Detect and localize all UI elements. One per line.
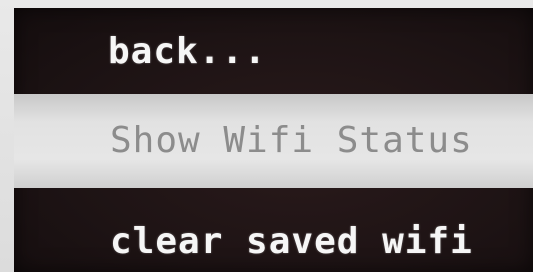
- menu-item-show-wifi-status[interactable]: Show Wifi Status: [14, 94, 533, 188]
- device-bezel: back... Show Wifi Status clear saved wif…: [0, 0, 533, 272]
- menu-item-back[interactable]: back...: [14, 24, 533, 80]
- display-screen: back... Show Wifi Status clear saved wif…: [14, 8, 533, 272]
- menu-item-clear-saved-wifi[interactable]: clear saved wifi: [14, 214, 533, 270]
